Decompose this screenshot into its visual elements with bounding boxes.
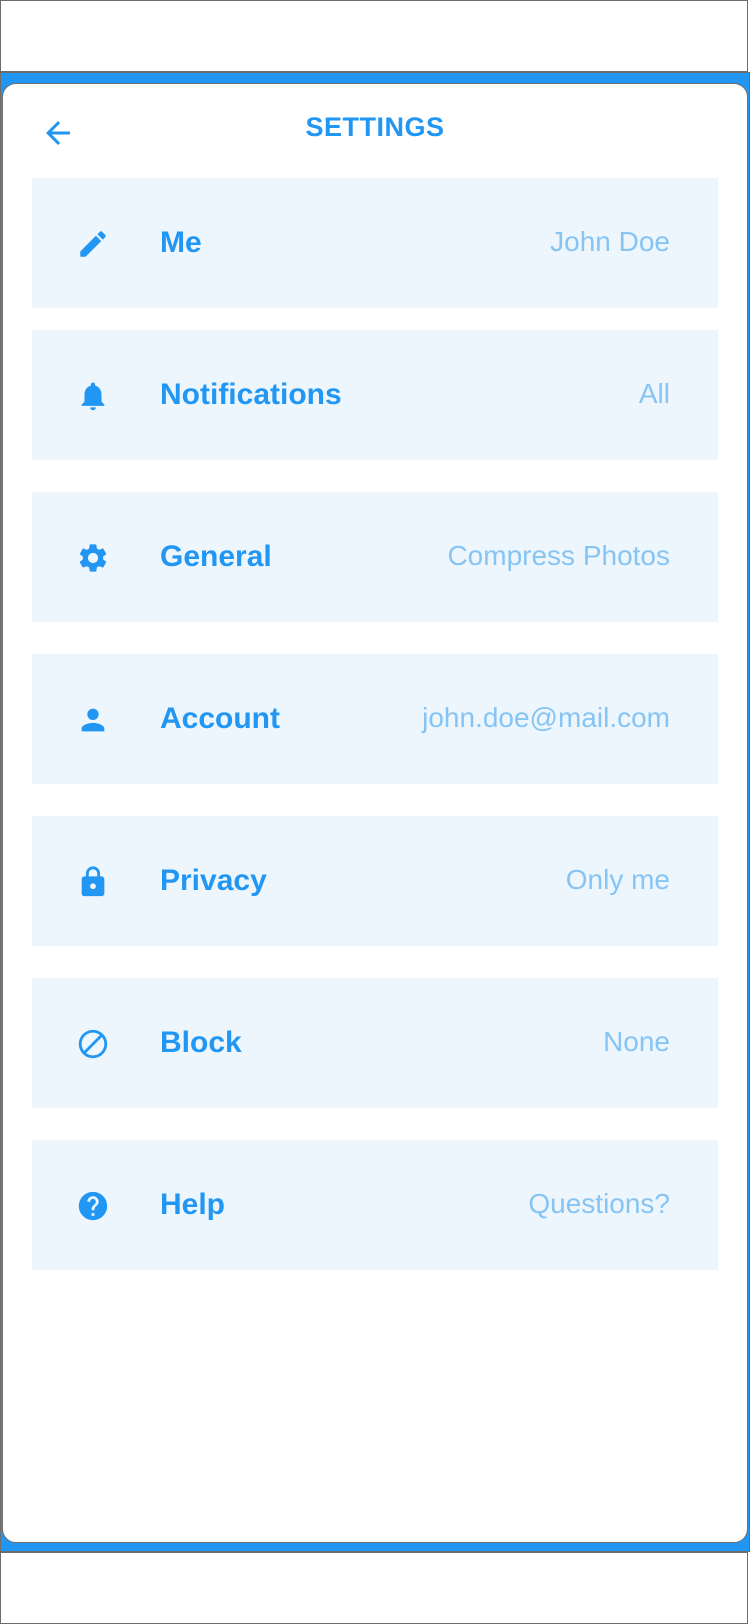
settings-row-label: Block [160,1026,242,1059]
gear-icon [76,541,110,575]
settings-row-value: All [638,378,670,409]
status-bar [0,0,748,72]
settings-row-label: General [160,540,272,573]
settings-row-label: Notifications [160,378,342,411]
settings-row-label: Me [160,226,202,259]
settings-row-help[interactable]: Help Questions? [32,1140,718,1270]
help-icon [76,1189,110,1223]
settings-row-value: Questions? [528,1188,670,1219]
navigation-bar [0,1552,748,1624]
settings-row-privacy[interactable]: Privacy Only me [32,816,718,946]
lock-icon [76,865,110,899]
settings-row-general[interactable]: General Compress Photos [32,492,718,622]
settings-row-value: john.doe@mail.com [422,702,670,733]
person-icon [76,703,110,737]
settings-row-label: Privacy [160,864,267,897]
block-icon [76,1027,110,1061]
settings-row-label: Account [160,702,280,735]
settings-row-value: John Doe [550,226,670,257]
settings-row-value: Only me [565,864,670,895]
page-title: SETTINGS [305,112,445,142]
settings-row-label: Help [160,1188,226,1221]
settings-row-block[interactable]: Block None [32,978,718,1108]
settings-row-notifications[interactable]: Notifications All [32,330,718,460]
bell-icon [76,379,110,413]
settings-row-value: None [603,1026,670,1057]
pencil-icon [76,227,110,261]
settings-row-value: Compress Photos [447,540,670,571]
settings-row-account[interactable]: Account john.doe@mail.com [32,654,718,784]
settings-row-me[interactable]: Me John Doe [32,178,718,308]
